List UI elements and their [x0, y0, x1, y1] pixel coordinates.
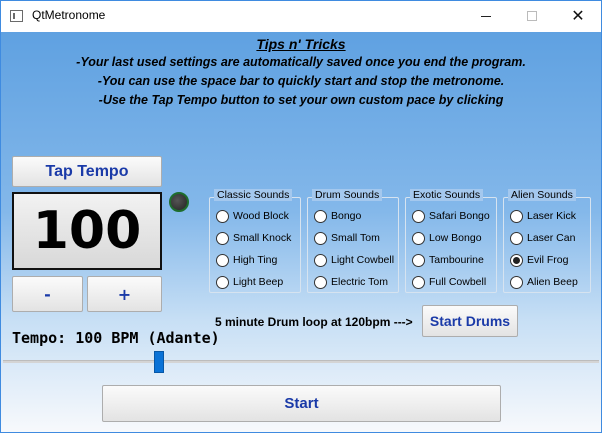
radio-small-tom[interactable]: Small Tom — [314, 230, 380, 246]
radio-electric-tom[interactable]: Electric Tom — [314, 274, 388, 290]
radio-button[interactable] — [216, 231, 229, 245]
radio-label: Wood Block — [233, 210, 289, 222]
tempo-slider-handle[interactable] — [154, 351, 164, 373]
app-window: QtMetronome ✕ Tips n' Tricks -Your last … — [0, 0, 602, 433]
radio-label: Laser Kick — [527, 210, 577, 222]
tempo-label: Tempo: 100 BPM (Adante) — [12, 329, 220, 347]
main-panel: Tips n' Tricks -Your last used settings … — [1, 32, 601, 432]
radio-button[interactable] — [412, 209, 425, 223]
exotic-sounds-group: Exotic Sounds Safari Bongo Low Bongo Tam… — [405, 189, 497, 293]
group-title: Alien Sounds — [508, 189, 576, 201]
radio-label: Light Beep — [233, 276, 284, 288]
radio-button[interactable] — [412, 231, 425, 245]
radio-label: Bongo — [331, 210, 362, 222]
radio-label: Safari Bongo — [429, 210, 490, 222]
app-window-icon — [10, 10, 23, 22]
radio-button[interactable] — [412, 275, 425, 289]
start-drums-button[interactable]: Start Drums — [422, 305, 518, 337]
radio-evil-frog[interactable]: Evil Frog — [510, 252, 568, 268]
bpm-display: 100 — [12, 192, 162, 270]
radio-light-cowbell[interactable]: Light Cowbell — [314, 252, 394, 268]
radio-label: Tambourine — [429, 254, 484, 266]
radio-tambourine[interactable]: Tambourine — [412, 252, 484, 268]
radio-small-knock[interactable]: Small Knock — [216, 230, 291, 246]
radio-laser-kick[interactable]: Laser Kick — [510, 208, 576, 224]
radio-high-ting[interactable]: High Ting — [216, 252, 277, 268]
drum-loop-label: 5 minute Drum loop at 120bpm ---> — [215, 315, 413, 329]
group-title: Drum Sounds — [312, 189, 383, 201]
group-title: Exotic Sounds — [410, 189, 484, 201]
radio-alien-beep[interactable]: Alien Beep — [510, 274, 578, 290]
maximize-button[interactable] — [509, 1, 555, 31]
group-title: Classic Sounds — [214, 189, 293, 201]
increase-tempo-button[interactable]: + — [87, 276, 162, 312]
radio-button[interactable] — [216, 275, 229, 289]
radio-laser-can[interactable]: Laser Can — [510, 230, 575, 246]
radio-label: Light Cowbell — [331, 254, 395, 266]
radio-label: Laser Can — [527, 232, 576, 244]
tips-section: Tips n' Tricks -Your last used settings … — [1, 35, 601, 110]
radio-button[interactable] — [314, 275, 327, 289]
radio-button[interactable] — [314, 253, 327, 267]
radio-button[interactable] — [216, 209, 229, 223]
radio-label: Low Bongo — [429, 232, 482, 244]
radio-full-cowbell[interactable]: Full Cowbell — [412, 274, 486, 290]
radio-button[interactable] — [314, 209, 327, 223]
radio-low-bongo[interactable]: Low Bongo — [412, 230, 482, 246]
decrease-tempo-button[interactable]: - — [12, 276, 83, 312]
radio-light-beep[interactable]: Light Beep — [216, 274, 283, 290]
radio-bongo[interactable]: Bongo — [314, 208, 361, 224]
classic-sounds-group: Classic Sounds Wood Block Small Knock Hi… — [209, 189, 301, 293]
radio-label: Small Tom — [331, 232, 380, 244]
tips-line-2: -You can use the space bar to quickly st… — [97, 74, 505, 88]
close-button[interactable]: ✕ — [555, 1, 601, 31]
beat-indicator-light — [169, 192, 189, 212]
radio-button[interactable] — [510, 231, 523, 245]
radio-label: High Ting — [233, 254, 278, 266]
drum-sounds-group: Drum Sounds Bongo Small Tom Light Cowbel… — [307, 189, 399, 293]
minimize-icon — [481, 15, 491, 17]
radio-label: Electric Tom — [331, 276, 388, 288]
window-title: QtMetronome — [32, 8, 106, 22]
maximize-icon — [527, 11, 537, 21]
radio-wood-block[interactable]: Wood Block — [216, 208, 289, 224]
radio-button[interactable] — [216, 253, 229, 267]
tap-tempo-button[interactable]: Tap Tempo — [12, 156, 162, 187]
tips-line-1: -Your last used settings are automatical… — [76, 55, 526, 69]
tips-title: Tips n' Tricks — [256, 36, 346, 52]
radio-label: Alien Beep — [527, 276, 578, 288]
close-icon: ✕ — [571, 6, 585, 25]
radio-button[interactable] — [412, 253, 425, 267]
radio-label: Full Cowbell — [429, 276, 487, 288]
radio-button[interactable] — [510, 275, 523, 289]
alien-sounds-group: Alien Sounds Laser Kick Laser Can Evil F… — [503, 189, 591, 293]
radio-button-selected[interactable] — [510, 253, 523, 267]
start-button[interactable]: Start — [102, 385, 501, 422]
title-bar: QtMetronome ✕ — [1, 1, 601, 32]
tempo-slider-track[interactable] — [3, 360, 599, 363]
radio-label: Small Knock — [233, 232, 292, 244]
minimize-button[interactable] — [463, 1, 509, 31]
radio-button[interactable] — [510, 209, 523, 223]
radio-button[interactable] — [314, 231, 327, 245]
radio-safari-bongo[interactable]: Safari Bongo — [412, 208, 490, 224]
tips-line-3: -Use the Tap Tempo button to set your ow… — [98, 93, 504, 107]
radio-label: Evil Frog — [527, 254, 569, 266]
